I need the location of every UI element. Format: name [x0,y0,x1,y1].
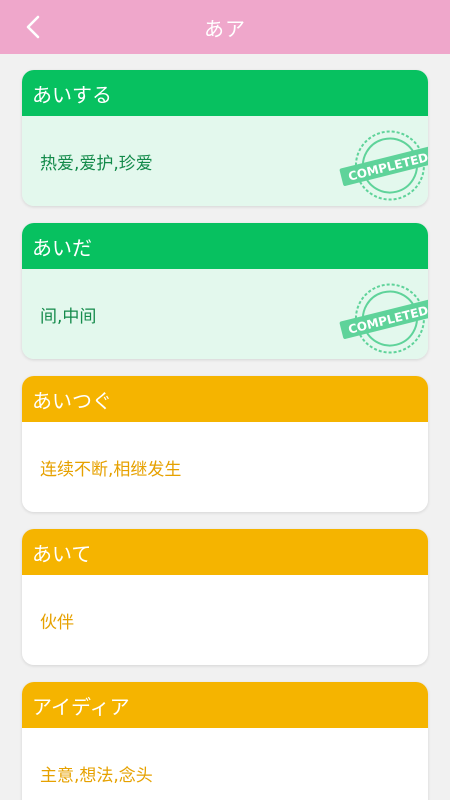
word-meaning: 主意,想法,念头 [40,765,153,786]
word-card[interactable]: あいて 伙伴 [22,529,428,665]
word-card[interactable]: あいつぐ 连续不断,相继发生 [22,376,428,512]
completed-stamp-icon: COMPLETED [339,283,428,354]
stamp-text: COMPLETED [347,303,428,336]
word-kana: あいつぐ [22,376,428,422]
word-card-body: 间,中间 COMPLETED [22,269,428,359]
word-meaning: 间,中间 [40,306,97,327]
word-meaning: 连续不断,相继发生 [40,459,182,480]
word-card-body: 连续不断,相继发生 [22,422,428,512]
word-kana: あいて [22,529,428,575]
stamp-text: COMPLETED [347,150,428,183]
word-card-body: 伙伴 [22,575,428,665]
word-meaning: 伙伴 [40,612,74,633]
word-card[interactable]: あいする 热爱,爱护,珍爱 COMPLETED [22,70,428,206]
word-list[interactable]: あいする 热爱,爱护,珍爱 COMPLETED あいだ 间,中间 COMPLET… [0,54,450,800]
word-meaning: 热爱,爱护,珍爱 [40,153,153,174]
word-kana: あいする [22,70,428,116]
word-card[interactable]: アイディア 主意,想法,念头 [22,682,428,800]
top-app-bar: あア [0,0,450,54]
word-kana: アイディア [22,682,428,728]
word-card[interactable]: あいだ 间,中间 COMPLETED [22,223,428,359]
word-card-body: 主意,想法,念头 [22,728,428,800]
word-card-body: 热爱,爱护,珍爱 COMPLETED [22,116,428,206]
page-title: あア [204,16,246,41]
back-button[interactable] [18,12,48,42]
chevron-left-icon [26,15,40,39]
word-kana: あいだ [22,223,428,269]
completed-stamp-icon: COMPLETED [339,130,428,201]
